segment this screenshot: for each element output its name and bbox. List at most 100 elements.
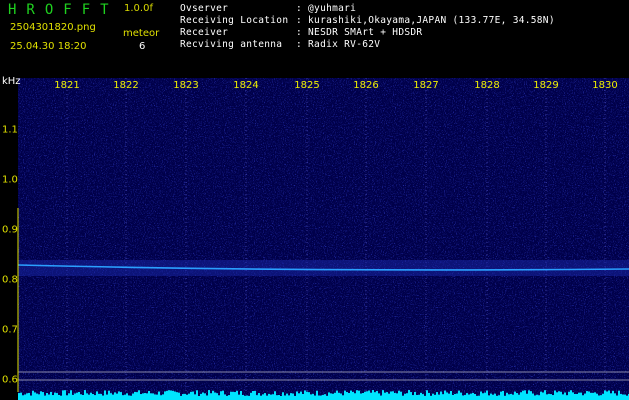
noise-bar — [70, 390, 72, 400]
noise-bar — [34, 392, 36, 400]
noise-bar — [224, 394, 226, 400]
noise-bar — [28, 392, 30, 400]
noise-bar — [314, 395, 316, 400]
noise-bar — [250, 392, 252, 400]
y-tick-label: 0.9 — [2, 224, 18, 236]
noise-bar — [320, 395, 322, 400]
noise-bar — [184, 393, 186, 400]
noise-bar — [196, 390, 198, 400]
noise-bar — [482, 393, 484, 400]
noise-bar — [106, 394, 108, 400]
noise-bar — [516, 393, 518, 400]
noise-bar — [394, 392, 396, 400]
noise-bar — [120, 392, 122, 400]
noise-bar — [128, 395, 130, 400]
noise-bar — [452, 394, 454, 400]
noise-bar — [434, 394, 436, 400]
noise-bar — [118, 391, 120, 400]
noise-bar — [94, 395, 96, 400]
noise-bar — [604, 390, 606, 400]
noise-bar — [328, 392, 330, 400]
info-row-antenna: Recviving antenna: Radix RV-62V — [180, 39, 381, 50]
noise-bar — [38, 394, 40, 400]
noise-bar — [288, 395, 290, 400]
noise-bar — [36, 393, 38, 400]
noise-bar — [148, 390, 150, 400]
noise-bar — [470, 393, 472, 400]
noise-bar — [290, 393, 292, 400]
noise-bar — [458, 390, 460, 400]
noise-bar — [238, 394, 240, 400]
noise-bar — [130, 395, 132, 400]
noise-bar — [514, 391, 516, 400]
noise-bar — [86, 393, 88, 400]
noise-bar — [344, 390, 346, 400]
noise-bar — [446, 392, 448, 400]
noise-bar — [78, 391, 80, 400]
noise-bar — [348, 393, 350, 400]
noise-bar — [622, 394, 624, 400]
noise-bar — [336, 390, 338, 400]
noise-bar — [466, 393, 468, 400]
noise-bar — [406, 393, 408, 400]
noise-bar — [484, 392, 486, 400]
noise-bar — [502, 390, 504, 400]
noise-bar — [416, 394, 418, 400]
noise-bar — [384, 392, 386, 400]
noise-bar — [220, 391, 222, 400]
noise-bar — [142, 393, 144, 400]
noise-bar — [472, 392, 474, 400]
noise-bar — [216, 393, 218, 400]
noise-bar — [488, 395, 490, 400]
noise-bar — [558, 391, 560, 400]
image-filename: 2504301820.png — [10, 22, 96, 33]
noise-bar — [428, 392, 430, 400]
noise-bar — [286, 393, 288, 400]
noise-bar — [330, 393, 332, 400]
noise-bar — [136, 392, 138, 400]
noise-bar — [60, 395, 62, 400]
noise-bar — [282, 392, 284, 400]
meteor-label: meteor — [123, 28, 160, 39]
noise-bar — [72, 394, 74, 400]
noise-bar — [368, 390, 370, 400]
noise-bar — [154, 394, 156, 400]
noise-bar — [318, 395, 320, 400]
noise-bar — [26, 393, 28, 400]
noise-bar — [292, 393, 294, 400]
spectrogram — [0, 72, 629, 400]
noise-bar — [464, 395, 466, 400]
noise-bar — [346, 392, 348, 400]
noise-bar — [530, 391, 532, 400]
noise-bar — [146, 393, 148, 400]
noise-bar — [242, 394, 244, 400]
noise-bar — [324, 394, 326, 400]
noise-bar — [92, 394, 94, 400]
noise-bar — [20, 392, 22, 400]
noise-bar — [402, 395, 404, 400]
noise-bar — [432, 393, 434, 400]
noise-bar — [122, 395, 124, 400]
noise-bar — [608, 390, 610, 400]
noise-bar — [176, 392, 178, 400]
info-row-observer: Ovserver: @yuhmari — [180, 3, 357, 14]
noise-bar — [296, 391, 298, 400]
noise-bar — [400, 391, 402, 400]
noise-bar — [354, 393, 356, 400]
noise-bar — [510, 393, 512, 400]
noise-bar — [528, 390, 530, 400]
noise-bar — [162, 394, 164, 400]
noise-bar — [182, 394, 184, 400]
noise-bar — [246, 395, 248, 400]
noise-bar — [262, 394, 264, 400]
noise-bar — [524, 390, 526, 400]
noise-bar — [160, 395, 162, 400]
noise-bar — [562, 394, 564, 400]
noise-bar — [342, 395, 344, 400]
noise-bar — [500, 391, 502, 400]
noise-bar — [110, 393, 112, 400]
noise-bar — [188, 393, 190, 400]
noise-bar — [444, 390, 446, 400]
noise-bar — [414, 391, 416, 400]
noise-bar — [594, 392, 596, 400]
